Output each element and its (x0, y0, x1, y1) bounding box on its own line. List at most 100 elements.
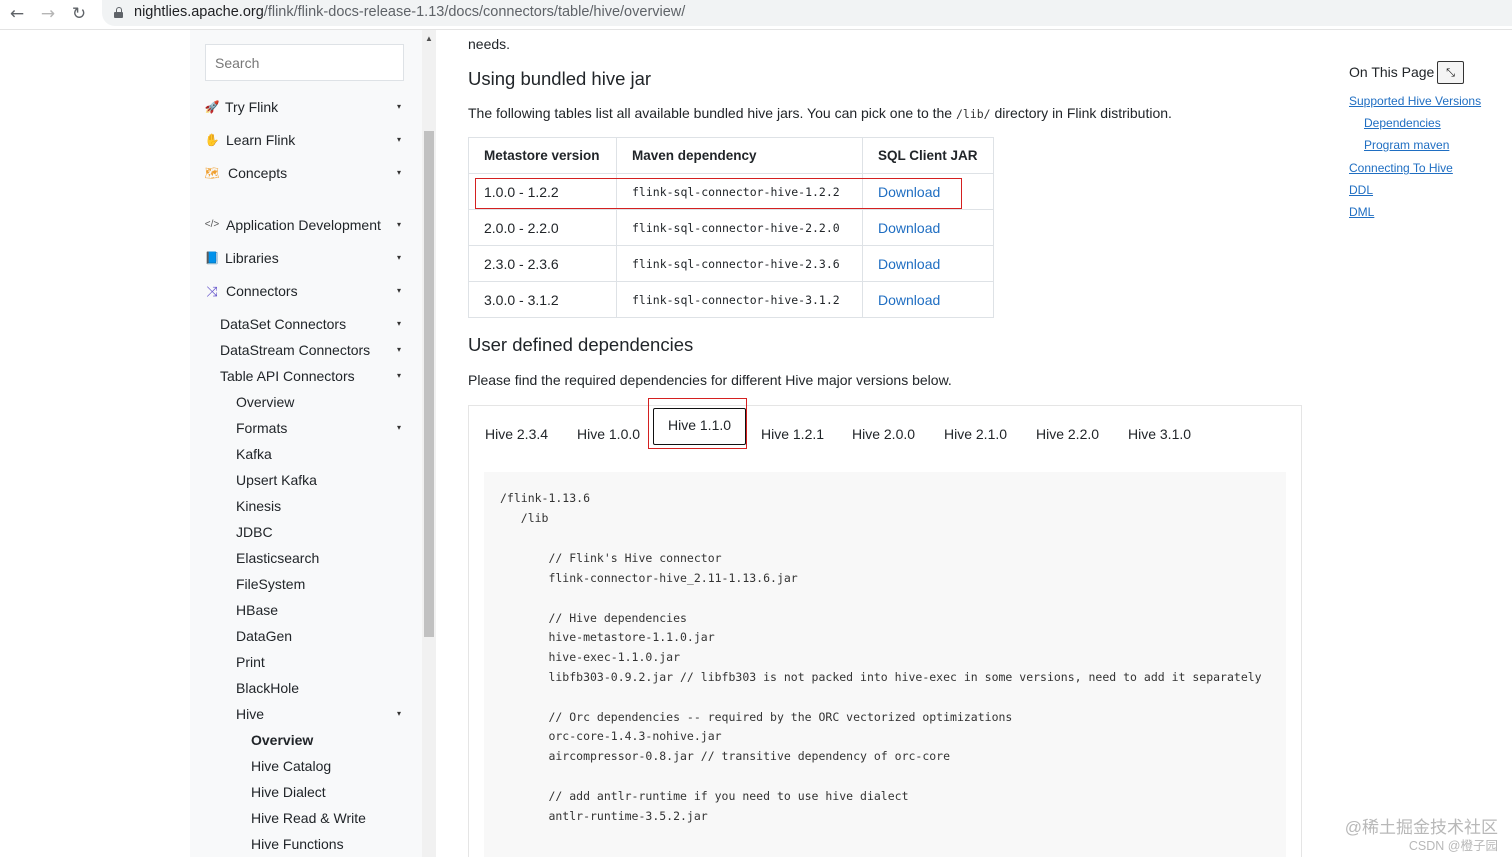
sidebar-item-print[interactable]: Print (190, 651, 422, 673)
maven-dependency-cell: flink-sql-connector-hive-2.3.6 (616, 245, 863, 282)
sidebar-item-dataset-connectors[interactable]: DataSet Connectors ▾ (190, 313, 422, 335)
sidebar-item-learn-flink[interactable]: ✋ Learn Flink ▾ (190, 129, 422, 151)
toc-link-supported-hive-versions[interactable]: Supported Hive Versions (1349, 94, 1481, 108)
download-cell: Download (862, 209, 994, 246)
forward-arrow-icon[interactable]: → (36, 3, 60, 25)
sidebar-item-label: Print (236, 654, 265, 670)
sidebar-item-application-development[interactable]: </> Application Development ▾ (190, 214, 422, 236)
download-cell: Download (862, 245, 994, 282)
code-line: // add antlr-runtime if you need to use … (500, 789, 909, 803)
red-highlight-box (475, 178, 962, 209)
toc-title: On This Page (1349, 64, 1435, 80)
docs-sidebar: 🚀 Try Flink ▾ ✋ Learn Flink ▾ 🗺 Concepts… (190, 30, 422, 857)
sidebar-item-hive-dialect[interactable]: Hive Dialect (190, 781, 422, 803)
scrollbar-thumb[interactable] (424, 131, 434, 637)
browser-toolbar: ← → ↻ nightlies.apache.org/flink/flink-d… (0, 0, 1512, 30)
chevron-down-icon[interactable]: ▾ (397, 365, 401, 387)
sidebar-item-label: FileSystem (236, 576, 306, 592)
toc-link-connecting-to-hive[interactable]: Connecting To Hive (1349, 161, 1453, 175)
chevron-down-icon[interactable]: ▾ (397, 280, 401, 302)
download-link[interactable]: Download (878, 292, 940, 308)
user-defined-description: Please find the required dependencies fo… (468, 372, 952, 388)
sidebar-item-hive-functions[interactable]: Hive Functions (190, 833, 422, 855)
sidebar-item-upsert-kafka[interactable]: Upsert Kafka (190, 469, 422, 491)
tab-hive-2-2-0[interactable]: Hive 2.2.0 (1036, 416, 1099, 452)
sidebar-item-filesystem[interactable]: FileSystem (190, 573, 422, 595)
toc-link-program-maven[interactable]: Program maven (1364, 138, 1449, 152)
code-line: /lib (500, 511, 549, 525)
sidebar-item-kinesis[interactable]: Kinesis (190, 495, 422, 517)
lock-icon[interactable] (114, 7, 123, 18)
sidebar-item-table-api-connectors[interactable]: Table API Connectors ▾ (190, 365, 422, 387)
sidebar-item-label: Application Development (226, 217, 381, 233)
toc-link-dml[interactable]: DML (1349, 205, 1374, 219)
code-line: aircompressor-0.8.jar // transitive depe… (500, 749, 951, 763)
chevron-down-icon[interactable]: ▾ (397, 247, 401, 269)
sidebar-item-label: HBase (236, 602, 279, 618)
scroll-up-arrow-icon[interactable]: ▲ (425, 34, 433, 43)
chevron-down-icon[interactable]: ▾ (397, 162, 401, 184)
toc-toggle-button[interactable]: ⤡ (1437, 61, 1464, 84)
sidebar-item-try-flink[interactable]: 🚀 Try Flink ▾ (190, 96, 422, 118)
sidebar-item-hive-catalog[interactable]: Hive Catalog (190, 755, 422, 777)
sidebar-item-elasticsearch[interactable]: Elasticsearch (190, 547, 422, 569)
text: directory in Flink distribution. (994, 105, 1172, 121)
tab-hive-2-1-0[interactable]: Hive 2.1.0 (944, 416, 1007, 452)
sidebar-item-datagen[interactable]: DataGen (190, 625, 422, 647)
sidebar-item-kafka[interactable]: Kafka (190, 443, 422, 465)
download-link[interactable]: Download (878, 220, 940, 236)
sidebar-item-formats[interactable]: Formats ▾ (190, 417, 422, 439)
shuffle-icon: ⤨ (206, 283, 218, 299)
chevron-down-icon[interactable]: ▾ (397, 417, 401, 439)
chevron-down-icon[interactable]: ▾ (397, 129, 401, 151)
inline-code: /lib/ (955, 107, 991, 121)
sidebar-scrollbar[interactable]: ▲ (422, 30, 436, 857)
sidebar-item-hbase[interactable]: HBase (190, 599, 422, 621)
sidebar-item-libraries[interactable]: 📘 Libraries ▾ (190, 247, 422, 269)
url-text[interactable]: nightlies.apache.org/flink/flink-docs-re… (134, 4, 685, 20)
sidebar-item-hive-overview-active[interactable]: Overview (190, 729, 422, 751)
address-bar[interactable]: nightlies.apache.org/flink/flink-docs-re… (102, 0, 1512, 26)
back-arrow-icon[interactable]: ← (5, 3, 29, 25)
code-line: hive-exec-1.1.0.jar (500, 650, 681, 664)
bundled-jars-table: Metastore version Maven dependency SQL C… (468, 137, 994, 318)
tab-hive-1-0-0[interactable]: Hive 1.0.0 (577, 416, 640, 452)
search-input[interactable] (205, 44, 404, 81)
code-line: orc-core-1.4.3-nohive.jar (500, 729, 722, 743)
code-line: antlr-runtime-3.5.2.jar (500, 809, 708, 823)
sidebar-item-label: Connectors (226, 283, 298, 299)
sidebar-item-label: Learn Flink (226, 132, 296, 148)
code-line: flink-connector-hive_2.11-1.13.6.jar (500, 571, 798, 585)
tab-hive-2-0-0[interactable]: Hive 2.0.0 (852, 416, 915, 452)
sidebar-item-label: JDBC (236, 524, 273, 540)
url-domain: nightlies.apache.org (134, 4, 264, 20)
sidebar-item-datastream-connectors[interactable]: DataStream Connectors ▾ (190, 339, 422, 361)
tab-hive-2-3-4[interactable]: Hive 2.3.4 (485, 416, 548, 452)
download-cell: Download (862, 281, 994, 318)
sidebar-item-hive-read-write[interactable]: Hive Read & Write (190, 807, 422, 829)
chevron-down-icon[interactable]: ▾ (397, 703, 401, 725)
sidebar-item-connectors[interactable]: ⤨ Connectors ▾ (190, 280, 422, 302)
reload-icon[interactable]: ↻ (67, 3, 91, 25)
sidebar-item-label: Kafka (236, 446, 272, 462)
sidebar-item-jdbc[interactable]: JDBC (190, 521, 422, 543)
chevron-down-icon[interactable]: ▾ (397, 96, 401, 118)
chevron-down-icon[interactable]: ▾ (397, 214, 401, 236)
sidebar-item-table-overview[interactable]: Overview (190, 391, 422, 413)
sidebar-item-label: Hive Read & Write (251, 810, 366, 826)
sidebar-item-blackhole[interactable]: BlackHole (190, 677, 422, 699)
code-block: /flink-1.13.6 /lib // Flink's Hive conne… (484, 472, 1286, 857)
toc-link-ddl[interactable]: DDL (1349, 183, 1373, 197)
sidebar-item-concepts[interactable]: 🗺 Concepts ▾ (190, 162, 422, 184)
sidebar-item-label: Table API Connectors (220, 368, 355, 384)
url-path: /flink/flink-docs-release-1.13/docs/conn… (263, 4, 686, 20)
code-line: hive-metastore-1.1.0.jar (500, 630, 715, 644)
tab-hive-3-1-0[interactable]: Hive 3.1.0 (1128, 416, 1191, 452)
toc-link-dependencies[interactable]: Dependencies (1364, 116, 1441, 130)
sidebar-item-label: Hive Catalog (251, 758, 332, 774)
tab-hive-1-2-1[interactable]: Hive 1.2.1 (761, 416, 824, 452)
chevron-down-icon[interactable]: ▾ (397, 313, 401, 335)
sidebar-item-hive[interactable]: Hive ▾ (190, 703, 422, 725)
chevron-down-icon[interactable]: ▾ (397, 339, 401, 361)
download-link[interactable]: Download (878, 256, 940, 272)
